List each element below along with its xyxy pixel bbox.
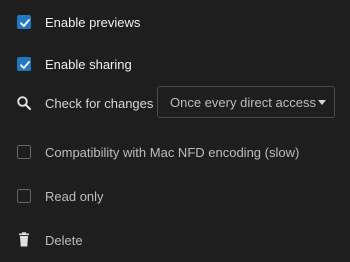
checkmark-icon [20, 19, 30, 27]
trash-icon [19, 232, 29, 247]
check-for-changes-label: Check for changes [45, 95, 154, 111]
check-changes-select[interactable]: Once every direct access [157, 86, 335, 118]
read-only-item[interactable]: Read only [0, 174, 350, 218]
delete-item[interactable]: Delete [0, 218, 350, 262]
search-icon [17, 96, 32, 111]
enable-sharing-item[interactable]: Enable sharing [0, 42, 350, 86]
mac-nfd-compat-checkbox[interactable] [17, 145, 31, 159]
enable-sharing-checkbox[interactable] [17, 57, 31, 71]
check-changes-select-value: Once every direct access [170, 94, 316, 110]
mac-nfd-compat-label: Compatibility with Mac NFD encoding (slo… [45, 144, 300, 160]
enable-previews-checkbox[interactable] [17, 15, 31, 29]
chevron-down-icon [318, 100, 326, 105]
context-menu: Enable previews Enable sharing Check for… [0, 0, 350, 261]
checkmark-icon [20, 61, 30, 69]
read-only-label: Read only [45, 188, 104, 204]
enable-sharing-label: Enable sharing [45, 56, 132, 72]
delete-label: Delete [45, 232, 83, 248]
read-only-checkbox[interactable] [17, 189, 31, 203]
mac-nfd-compat-item[interactable]: Compatibility with Mac NFD encoding (slo… [0, 130, 350, 174]
enable-previews-item[interactable]: Enable previews [0, 0, 350, 44]
enable-previews-label: Enable previews [45, 14, 141, 30]
